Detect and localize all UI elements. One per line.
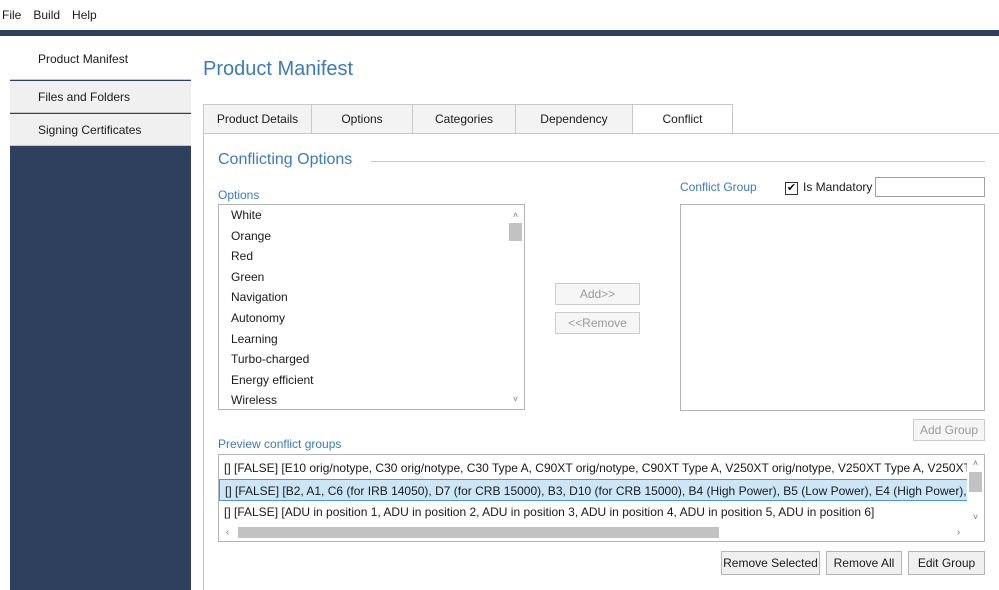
chevron-right-icon[interactable]: › [950,524,967,541]
list-item[interactable]: Wireless [219,390,524,409]
scroll-thumb[interactable] [969,472,982,492]
menu-help[interactable]: Help [66,0,103,30]
sidebar-item-files-and-folders[interactable]: Files and Folders [10,81,191,113]
add-group-button[interactable]: Add Group [913,419,985,441]
list-item[interactable]: Energy efficient [219,370,524,391]
remove-selected-button[interactable]: Remove Selected [721,551,820,575]
list-item[interactable]: [] [FALSE] [E10 orig/notype, C30 orig/no… [219,457,969,479]
sidebar-item-product-manifest[interactable]: Product Manifest [10,36,191,80]
list-item[interactable]: Autonomy [219,308,524,329]
options-label: Options [218,188,260,202]
conflict-group-list[interactable] [680,204,985,411]
remove-all-button[interactable]: Remove All [826,551,902,575]
conflict-group-label: Conflict Group [680,180,757,194]
remove-button[interactable]: <<Remove [555,312,640,334]
is-mandatory-checkbox[interactable]: ✔ [785,182,798,195]
scroll-thumb[interactable] [509,223,522,241]
list-item[interactable]: Learning [219,329,524,350]
chevron-up-icon[interactable]: ˄ [967,455,984,471]
menu-file[interactable]: File [0,0,27,30]
menu-build[interactable]: Build [27,0,66,30]
chevron-up-icon[interactable]: ˄ [507,207,524,223]
conflict-content: Conflicting Options Options White Orange… [191,36,999,590]
menu-bar: File Build Help [0,0,999,30]
list-item[interactable]: Turbo-charged [219,349,524,370]
list-item[interactable]: Orange [219,226,524,247]
preview-label: Preview conflict groups [218,437,342,451]
options-list[interactable]: White Orange Red Green Navigation Autono… [218,204,525,410]
chevron-left-icon[interactable]: ‹ [219,524,236,541]
check-icon: ✔ [786,182,797,194]
list-item[interactable]: Red [219,246,524,267]
options-scrollbar[interactable]: ˄ ˅ [507,205,524,409]
chevron-down-icon[interactable]: ˅ [967,509,984,525]
list-item[interactable]: [] [FALSE] [ADU in position 1, ADU in po… [219,501,969,523]
edit-group-button[interactable]: Edit Group [908,551,985,575]
chevron-down-icon[interactable]: ˅ [507,391,524,407]
section-title: Conflicting Options [218,151,353,168]
is-mandatory-label: Is Mandatory [803,180,873,194]
list-item[interactable]: Navigation [219,287,524,308]
mandatory-input[interactable] [875,177,985,197]
add-button[interactable]: Add>> [555,283,640,305]
preview-horizontal-scrollbar[interactable]: ‹ › [219,524,969,541]
list-item[interactable]: White [219,205,524,226]
divider [371,161,985,162]
preview-vertical-scrollbar[interactable]: ˄ ˅ [967,455,984,526]
list-item[interactable]: Green [219,267,524,288]
sidebar-item-signing-certificates[interactable]: Signing Certificates [10,114,191,146]
list-item-selected[interactable]: [] [FALSE] [B2, A1, C6 (for IRB 14050), … [219,479,969,501]
scroll-thumb[interactable] [238,527,719,538]
preview-conflict-groups-list[interactable]: [] [FALSE] [E10 orig/notype, C30 orig/no… [218,454,985,542]
